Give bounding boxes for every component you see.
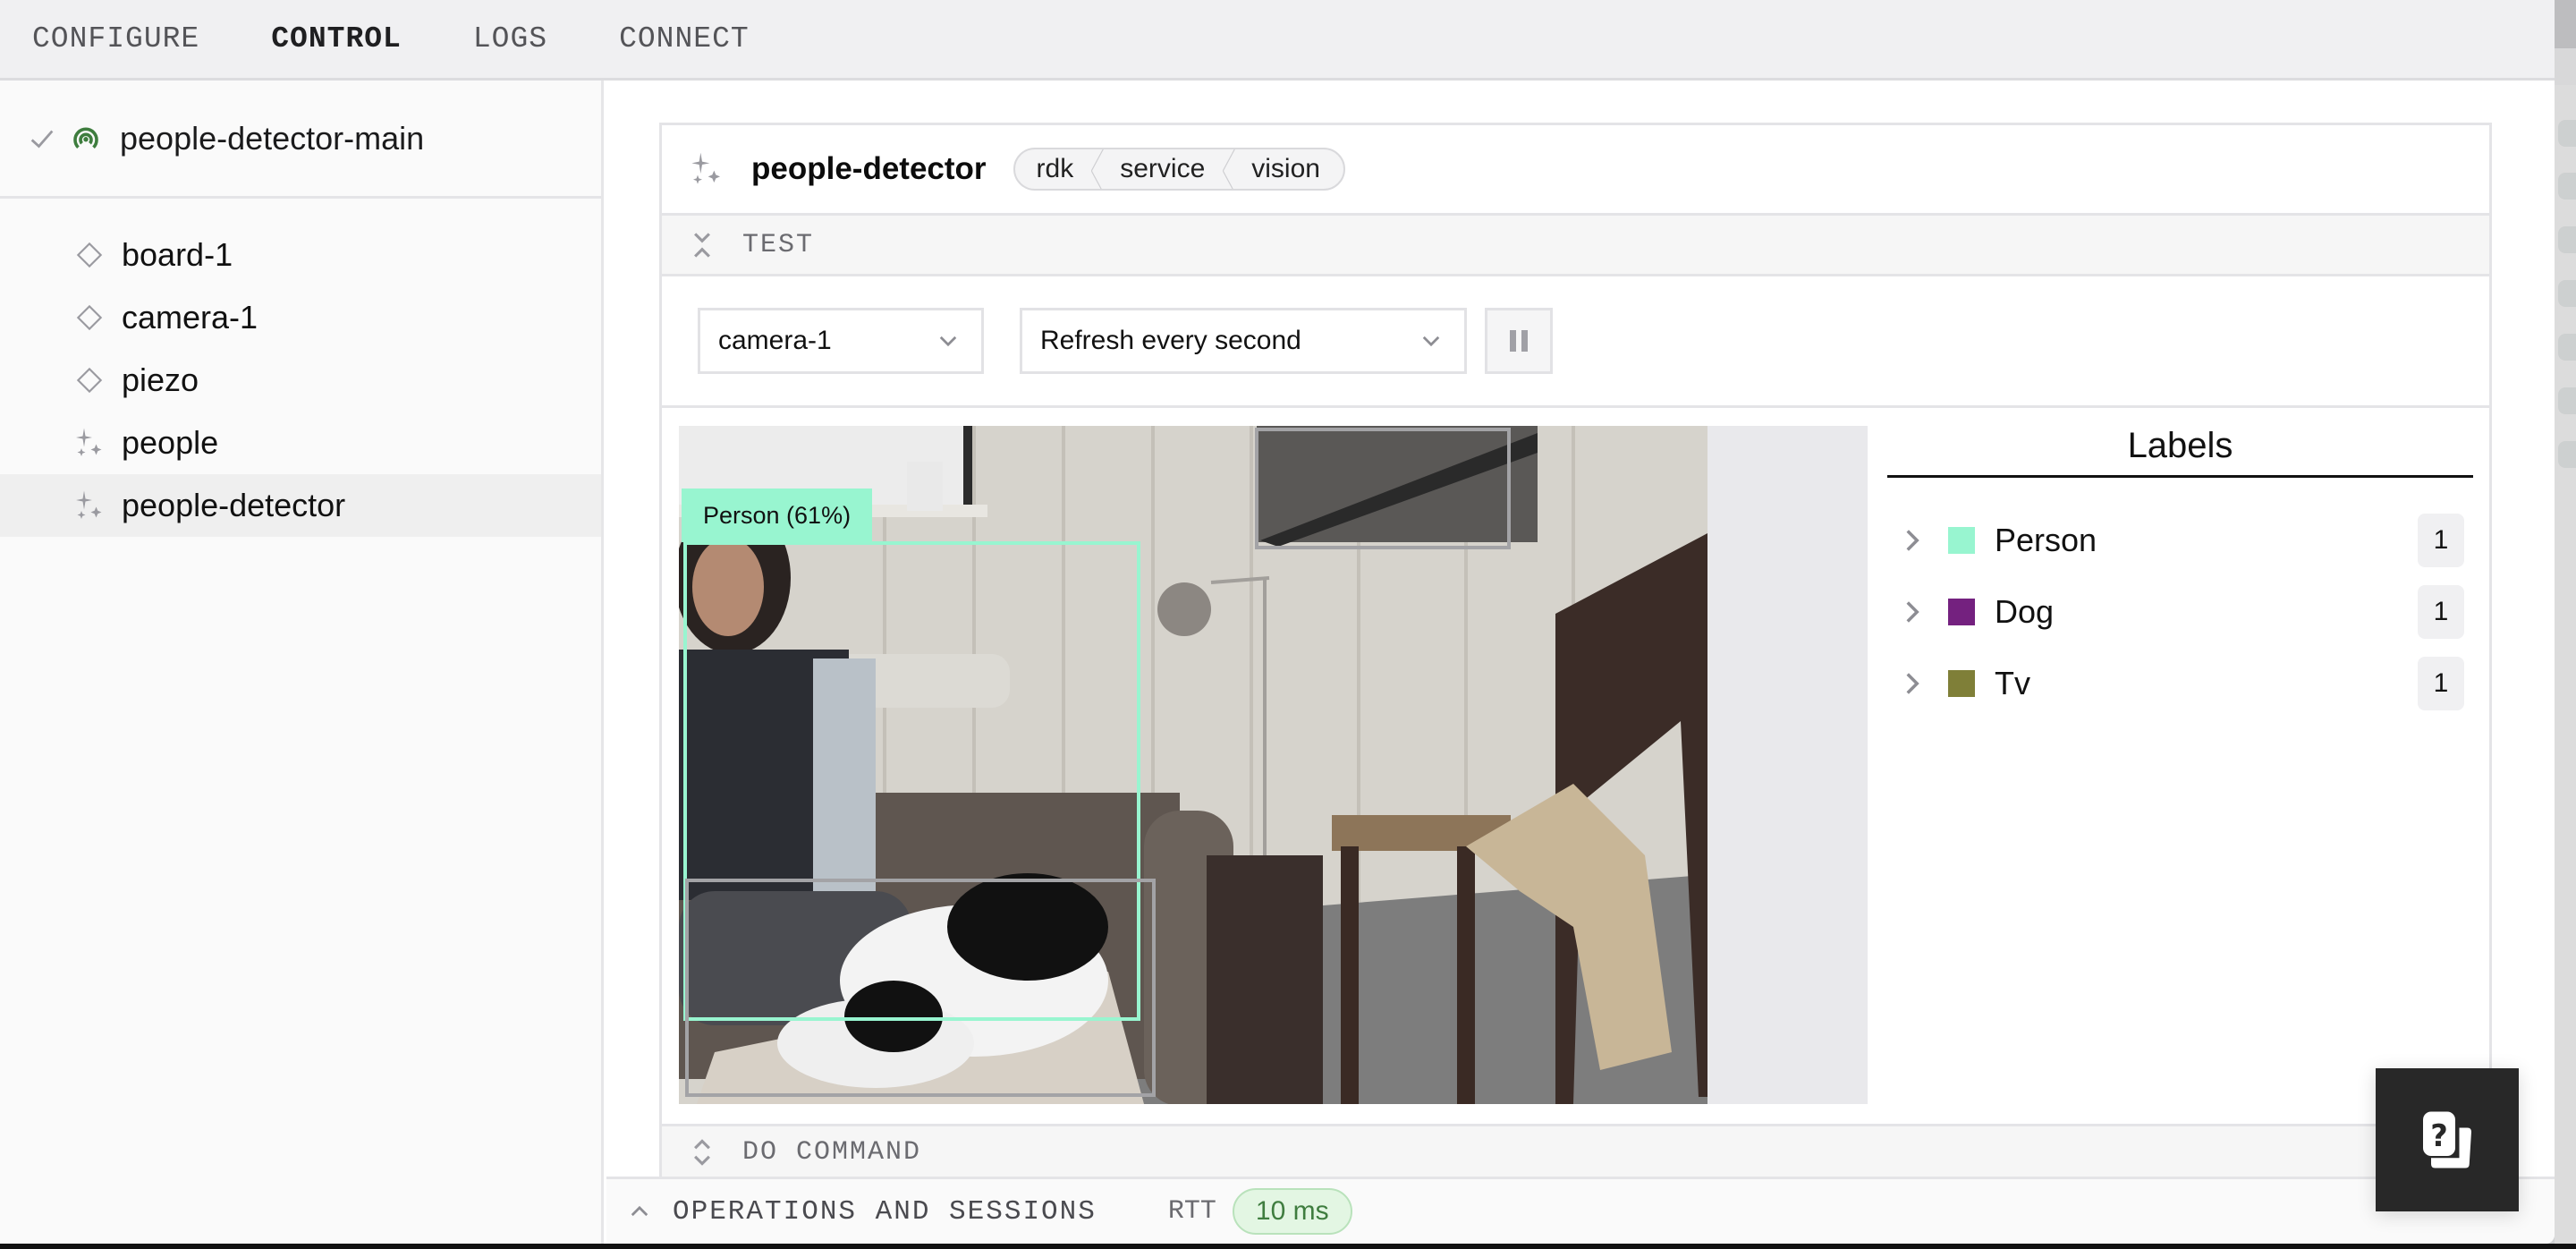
detection-viewer: Person (61%) Labels Person 1 Dog 1 Tv 1 <box>662 408 2489 1124</box>
breadcrumb: rdk service vision <box>1013 148 1345 191</box>
help-chat-icon: ? <box>2423 1111 2471 1168</box>
background-shape <box>2558 280 2576 307</box>
do-command-section-title: DO COMMAND <box>742 1136 922 1168</box>
rtt-label: RTT <box>1167 1196 1216 1227</box>
background-shape <box>2558 120 2576 147</box>
robot-row[interactable]: people-detector-main <box>0 81 601 199</box>
sidebar-item-people-detector[interactable]: people-detector <box>0 474 601 537</box>
background-window-strip <box>0 1244 2576 1249</box>
app-window: CONFIGURE CONTROL LOGS CONNECT people-de… <box>0 0 2555 1244</box>
label-name: Tv <box>1995 665 2030 701</box>
background-shape <box>2558 441 2576 468</box>
top-navigation: CONFIGURE CONTROL LOGS CONNECT <box>0 0 2555 81</box>
expand-icon <box>694 1138 710 1166</box>
chevron-right-icon[interactable] <box>1902 671 1923 696</box>
breadcrumb-item: service <box>1091 149 1228 189</box>
sidebar-item-label: board-1 <box>122 236 233 273</box>
sparkle-icon <box>73 489 106 522</box>
test-controls: camera-1 Refresh every second <box>662 276 2489 408</box>
sidebar-item-camera-1[interactable]: camera-1 <box>0 286 601 349</box>
labels-title: Labels <box>1887 426 2473 478</box>
sidebar: people-detector-main board-1 camera-1 pi… <box>0 81 604 1244</box>
refresh-rate-select[interactable]: Refresh every second <box>1020 308 1467 374</box>
label-count: 1 <box>2418 514 2464 567</box>
chevron-right-icon[interactable] <box>1902 528 1923 553</box>
sidebar-item-board-1[interactable]: board-1 <box>0 224 601 286</box>
resource-list: board-1 camera-1 piezo people people-det… <box>0 199 601 537</box>
labels-panel: Labels Person 1 Dog 1 Tv 1 <box>1887 426 2473 719</box>
breadcrumb-item: rdk <box>1036 154 1074 183</box>
background-shape <box>2558 173 2576 200</box>
sidebar-item-people[interactable]: people <box>0 412 601 474</box>
card-header: people-detector rdk service vision <box>662 125 2489 216</box>
sidebar-item-label: people <box>122 424 219 461</box>
background-shape <box>2558 387 2576 414</box>
sidebar-item-label: piezo <box>122 361 199 398</box>
tab-configure[interactable]: CONFIGURE <box>32 22 199 55</box>
breadcrumb-item: vision <box>1223 149 1343 189</box>
check-icon <box>30 130 54 149</box>
camera-select-value: camera-1 <box>718 326 832 355</box>
background-shape <box>2558 334 2576 361</box>
label-color-swatch <box>1948 527 1975 554</box>
svg-text:?: ? <box>2430 1118 2448 1153</box>
label-name: Person <box>1995 522 2097 558</box>
label-row-dog: Dog 1 <box>1887 576 2473 648</box>
tab-connect[interactable]: CONNECT <box>619 22 750 55</box>
do-command-section-toggle[interactable]: DO COMMAND <box>662 1124 2489 1177</box>
refresh-select-value: Refresh every second <box>1040 326 1301 355</box>
chevron-right-icon[interactable] <box>1902 599 1923 624</box>
diamond-icon <box>73 302 106 334</box>
operations-sessions-toggle[interactable]: OPERATIONS AND SESSIONS <box>673 1196 1097 1228</box>
main-content: people-detector rdk service vision TEST … <box>606 83 2555 1196</box>
resource-card: people-detector rdk service vision TEST … <box>659 123 2492 1196</box>
label-row-tv: Tv 1 <box>1887 648 2473 719</box>
rtt-badge: 10 ms <box>1232 1188 1352 1235</box>
diamond-icon <box>73 239 106 271</box>
sparkle-icon <box>691 152 720 184</box>
sidebar-item-piezo[interactable]: piezo <box>0 349 601 412</box>
chevron-down-icon <box>1422 336 1440 347</box>
pause-button[interactable] <box>1485 308 1553 374</box>
collapse-icon <box>694 232 710 258</box>
operations-bar: OPERATIONS AND SESSIONS RTT 10 ms <box>606 1177 2555 1244</box>
detection-box-tv <box>1255 428 1511 549</box>
robot-name: people-detector-main <box>120 119 425 157</box>
label-color-swatch <box>1948 670 1975 697</box>
sparkle-icon <box>73 427 106 459</box>
tab-control[interactable]: CONTROL <box>271 22 402 55</box>
label-row-person: Person 1 <box>1887 505 2473 576</box>
help-button[interactable]: ? <box>2376 1068 2519 1211</box>
background-shape <box>2558 226 2576 253</box>
camera-image: Person (61%) <box>679 426 1868 1104</box>
signal-icon <box>73 127 98 149</box>
background-window <box>2555 0 2576 1249</box>
detection-label-person: Person (61%) <box>682 489 873 542</box>
test-section-title: TEST <box>742 229 815 260</box>
label-count: 1 <box>2418 585 2464 639</box>
pause-icon <box>1507 330 1530 352</box>
test-section-toggle[interactable]: TEST <box>662 216 2489 276</box>
tab-logs[interactable]: LOGS <box>473 22 547 55</box>
chevron-up-icon[interactable] <box>630 1204 649 1219</box>
diamond-icon <box>73 364 106 396</box>
label-color-swatch <box>1948 599 1975 625</box>
sidebar-item-label: people-detector <box>122 487 346 523</box>
resource-title: people-detector <box>751 151 987 186</box>
camera-select[interactable]: camera-1 <box>698 308 984 374</box>
sidebar-item-label: camera-1 <box>122 299 258 336</box>
chevron-down-icon <box>939 336 957 347</box>
detection-box-dog <box>685 879 1156 1097</box>
label-count: 1 <box>2418 657 2464 710</box>
label-name: Dog <box>1995 593 2055 630</box>
